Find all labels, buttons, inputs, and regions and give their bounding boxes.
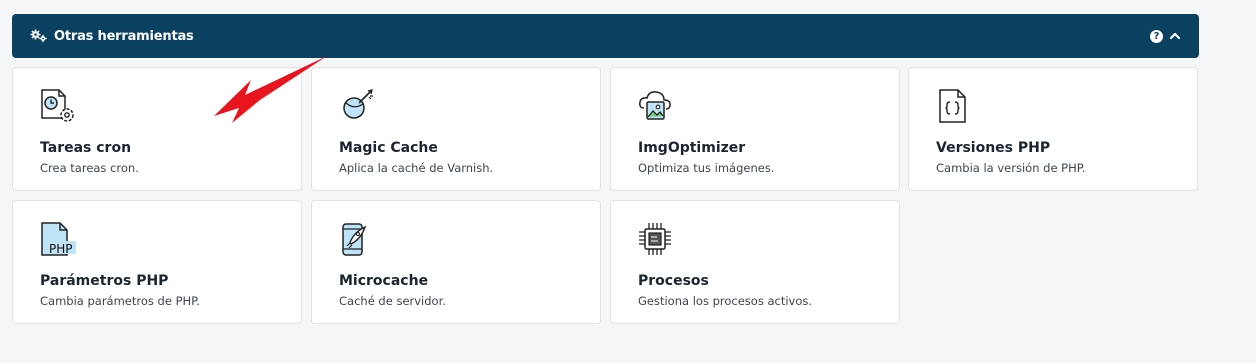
chevron-up-icon[interactable]: [1169, 30, 1181, 42]
card-title: Versiones PHP: [936, 140, 1051, 156]
panel-title: Otras herramientas: [54, 28, 194, 44]
gears-icon: [30, 28, 50, 44]
card-title: ImgOptimizer: [638, 140, 746, 156]
tool-card-parametros-php[interactable]: PHP Parámetros PHP Cambia parámetros de …: [12, 200, 302, 324]
tool-card-versiones-php[interactable]: Versiones PHP Cambia la versión de PHP.: [908, 67, 1198, 191]
card-description: Optimiza tus imágenes.: [638, 161, 775, 175]
card-title: Microcache: [339, 273, 429, 289]
help-icon[interactable]: ?: [1150, 29, 1163, 43]
php-file-icon: PHP: [40, 221, 76, 257]
card-title: Tareas cron: [40, 140, 132, 156]
phone-rocket-icon: [339, 221, 375, 257]
tool-card-imgoptimizer[interactable]: ImgOptimizer Optimiza tus imágenes.: [610, 67, 900, 191]
card-description: Cambia la versión de PHP.: [936, 161, 1086, 175]
magic-cache-icon: [339, 88, 375, 124]
cloud-image-icon: [638, 88, 674, 124]
tool-card-magic-cache[interactable]: Magic Cache Aplica la caché de Varnish.: [311, 67, 601, 191]
card-title: Parámetros PHP: [40, 273, 169, 289]
tool-card-tareas-cron[interactable]: Tareas cron Crea tareas cron.: [12, 67, 302, 191]
cpu-chip-icon: [638, 221, 674, 257]
code-file-icon: [936, 88, 972, 124]
card-description: Crea tareas cron.: [40, 161, 139, 175]
tools-panel-header[interactable]: Otras herramientas ?: [12, 14, 1199, 58]
card-description: Aplica la caché de Varnish.: [339, 161, 494, 175]
card-description: Gestiona los procesos activos.: [638, 294, 813, 308]
tool-card-microcache[interactable]: Microcache Caché de servidor.: [311, 200, 601, 324]
cron-gear-icon: [40, 88, 76, 124]
php-icon-text: PHP: [49, 242, 73, 256]
card-description: Caché de servidor.: [339, 294, 446, 308]
card-title: Magic Cache: [339, 140, 438, 156]
tool-card-procesos[interactable]: Procesos Gestiona los procesos activos.: [610, 200, 900, 324]
card-title: Procesos: [638, 273, 709, 289]
card-description: Cambia parámetros de PHP.: [40, 294, 200, 308]
